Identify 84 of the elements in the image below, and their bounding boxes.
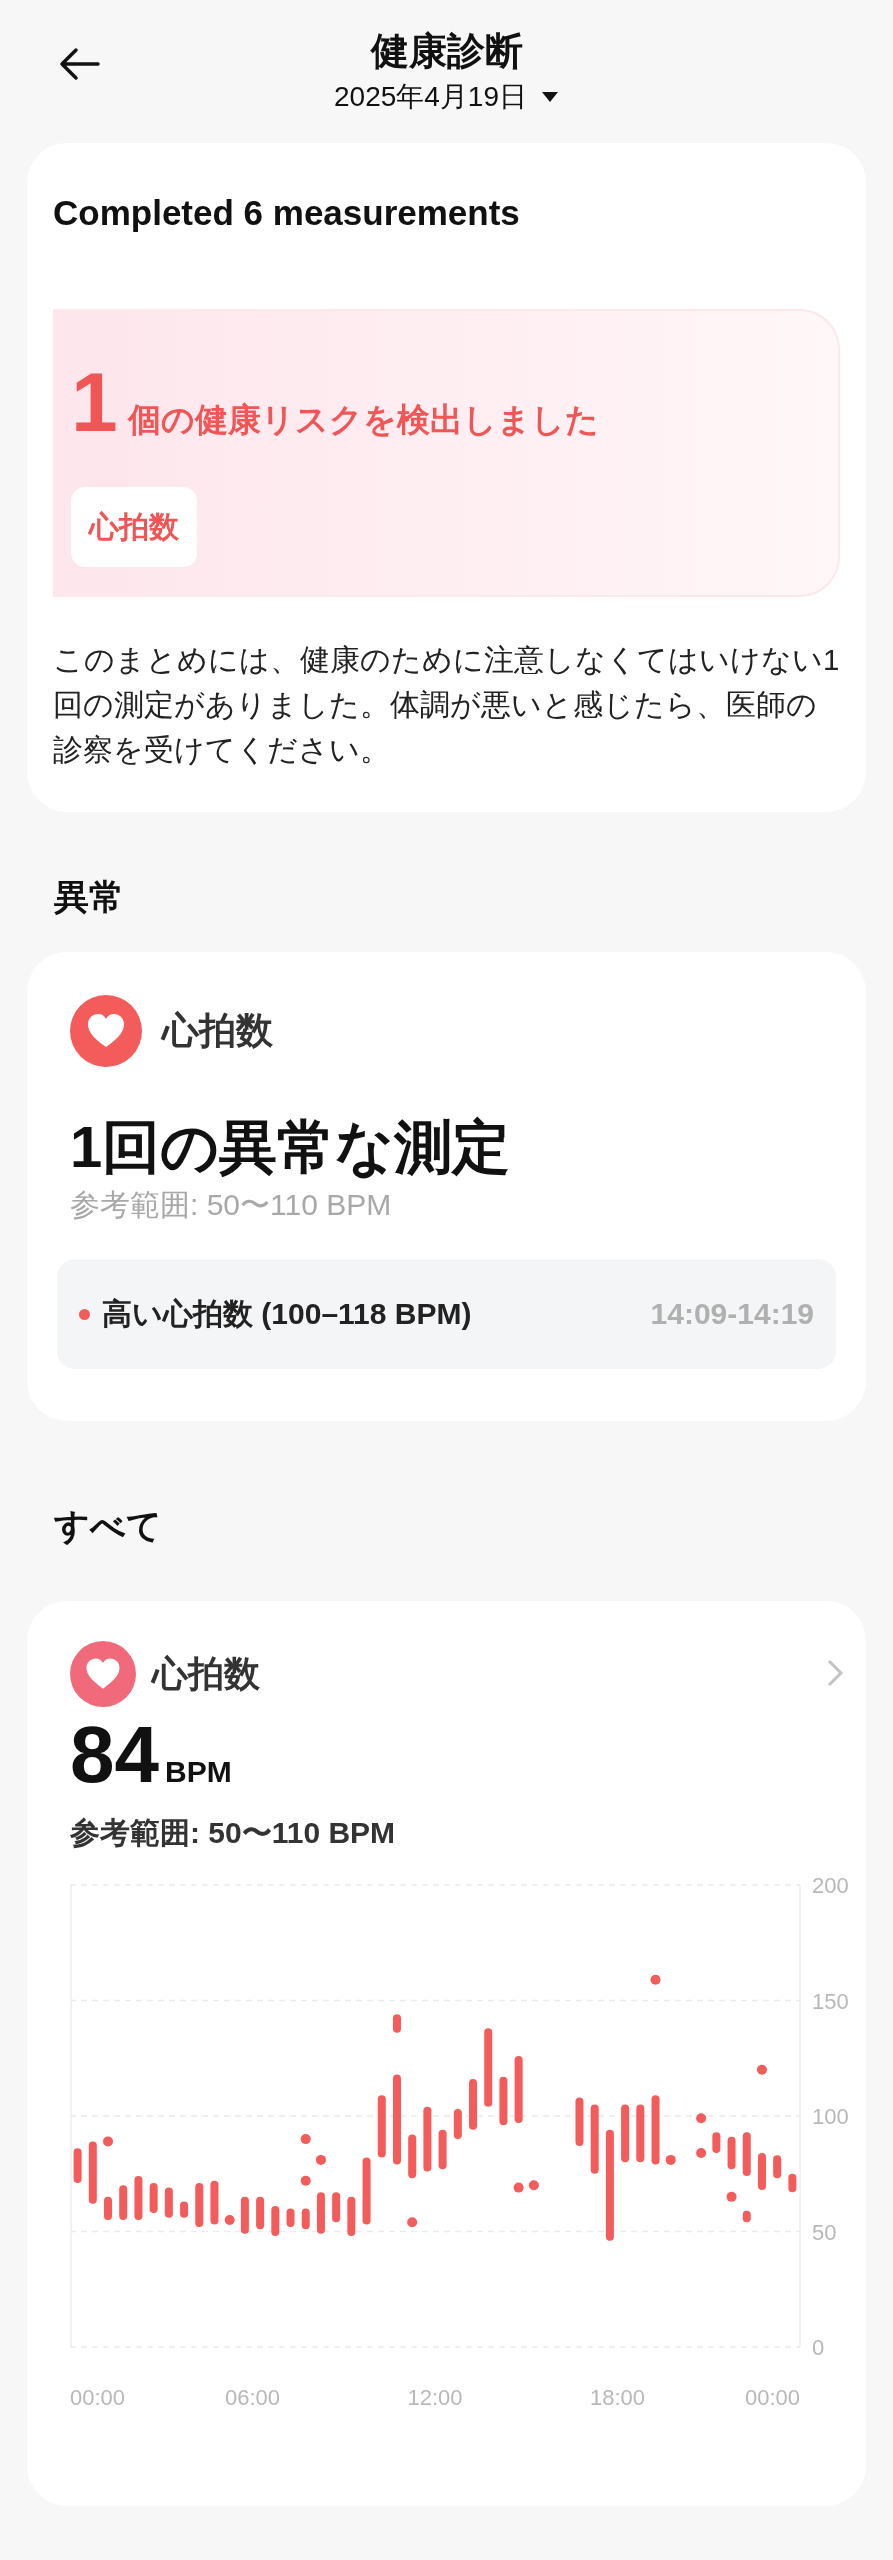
range-bar bbox=[256, 2196, 265, 2230]
axis-label: 00:00 bbox=[70, 2385, 126, 2410]
range-bar bbox=[210, 2180, 219, 2225]
abnormal-count: 1回の異常な測定 bbox=[70, 1113, 512, 1181]
range-bar bbox=[788, 2173, 797, 2193]
metric-name: 心拍数 bbox=[152, 1651, 261, 1696]
range-bar bbox=[712, 2132, 721, 2153]
data-point bbox=[665, 2154, 676, 2165]
range-bar bbox=[104, 2196, 112, 2220]
range-bar bbox=[301, 2208, 310, 2230]
event-label: 高い心拍数 (100–118 BPM) bbox=[102, 1295, 473, 1332]
axis-label: 150 bbox=[812, 1988, 849, 2014]
range-bar bbox=[575, 2097, 584, 2147]
data-point bbox=[103, 2136, 113, 2147]
range-bar bbox=[499, 2076, 508, 2126]
range-bar bbox=[134, 2176, 143, 2220]
range-bar bbox=[453, 2109, 462, 2140]
data-point bbox=[407, 2217, 418, 2228]
range-bar bbox=[149, 2183, 158, 2213]
summary-text: このまとめには、健康のために注意しなくてはいけない1回の測定がありました。体調が悪いと感じたら、医師の診察を受けてください。 bbox=[53, 642, 840, 768]
metric-value: 84 bbox=[70, 1709, 159, 1801]
range-bar bbox=[514, 2055, 523, 2123]
risk-count: 1 bbox=[71, 357, 118, 447]
range-bar bbox=[408, 2134, 417, 2179]
range-bar bbox=[240, 2196, 249, 2234]
range-bar bbox=[773, 2155, 782, 2179]
data-point bbox=[726, 2191, 737, 2202]
event-row[interactable]: 高い心拍数 (100–118 BPM) 14:09-14:19 bbox=[57, 1259, 836, 1369]
axis-label: 0 bbox=[812, 2335, 825, 2360]
axis-label: 200 bbox=[812, 1873, 849, 1898]
range-bar bbox=[332, 2192, 341, 2223]
card-title: Completed 6 measurements bbox=[53, 192, 521, 234]
range-bar bbox=[742, 2210, 751, 2223]
data-point bbox=[696, 2113, 707, 2124]
range-bar bbox=[377, 2095, 386, 2158]
section-title: 異常 bbox=[54, 876, 125, 918]
axis-label: 18:00 bbox=[589, 2385, 646, 2410]
page-title: 健康診断 bbox=[370, 29, 523, 74]
event-time: 14:09-14:19 bbox=[650, 1297, 814, 1331]
range-bar bbox=[742, 2132, 751, 2177]
range-bar bbox=[438, 2129, 447, 2170]
data-point bbox=[300, 2134, 311, 2145]
caret-icon bbox=[541, 91, 559, 103]
range-bar bbox=[727, 2136, 736, 2170]
data-point bbox=[300, 2175, 311, 2186]
metric-name: 心拍数 bbox=[162, 1009, 273, 1053]
risk-message: 個の健康リスクを検出しました bbox=[127, 400, 599, 440]
range-bar bbox=[621, 2104, 630, 2163]
range-bar bbox=[164, 2187, 173, 2218]
range-bar bbox=[393, 2014, 401, 2033]
data-point bbox=[315, 2154, 326, 2165]
data-point bbox=[757, 2064, 767, 2075]
range-bar bbox=[347, 2196, 356, 2237]
range-bar bbox=[73, 2148, 82, 2183]
range-bar bbox=[590, 2104, 599, 2174]
axis-label: 50 bbox=[812, 2219, 837, 2245]
data-point bbox=[528, 2180, 539, 2191]
data-point bbox=[224, 2214, 235, 2225]
reference-range: 参考範囲: 50〜110 BPM bbox=[70, 1187, 393, 1223]
section-title: すべて bbox=[54, 1505, 163, 1547]
range-bar bbox=[119, 2185, 128, 2220]
range-bar bbox=[423, 2106, 432, 2172]
axis-label: 06:00 bbox=[224, 2385, 281, 2410]
range-bar bbox=[316, 2192, 325, 2234]
range-bar bbox=[636, 2104, 645, 2163]
range-bar bbox=[88, 2141, 97, 2204]
risk-tag: 心拍数 bbox=[71, 487, 197, 567]
axis-label: 100 bbox=[812, 2104, 849, 2129]
range-bar bbox=[195, 2183, 204, 2227]
range-bar bbox=[651, 2095, 660, 2165]
range-bar bbox=[271, 2206, 280, 2237]
data-point bbox=[696, 2147, 707, 2158]
metric-unit: BPM bbox=[165, 1755, 232, 1789]
range-bar bbox=[180, 2201, 189, 2218]
range-bar bbox=[286, 2208, 295, 2227]
data-point bbox=[650, 1974, 661, 1985]
range-bar bbox=[469, 2079, 477, 2130]
axis-label: 00:00 bbox=[744, 2385, 800, 2410]
date-dropdown[interactable]: 2025年4月19日 bbox=[334, 77, 559, 117]
data-point bbox=[513, 2182, 524, 2193]
range-bar bbox=[362, 2157, 371, 2225]
range-bar bbox=[758, 2152, 766, 2190]
reference-range: 参考範囲: 50〜110 BPM bbox=[69, 1815, 397, 1851]
axis-label: 12:00 bbox=[407, 2385, 463, 2410]
